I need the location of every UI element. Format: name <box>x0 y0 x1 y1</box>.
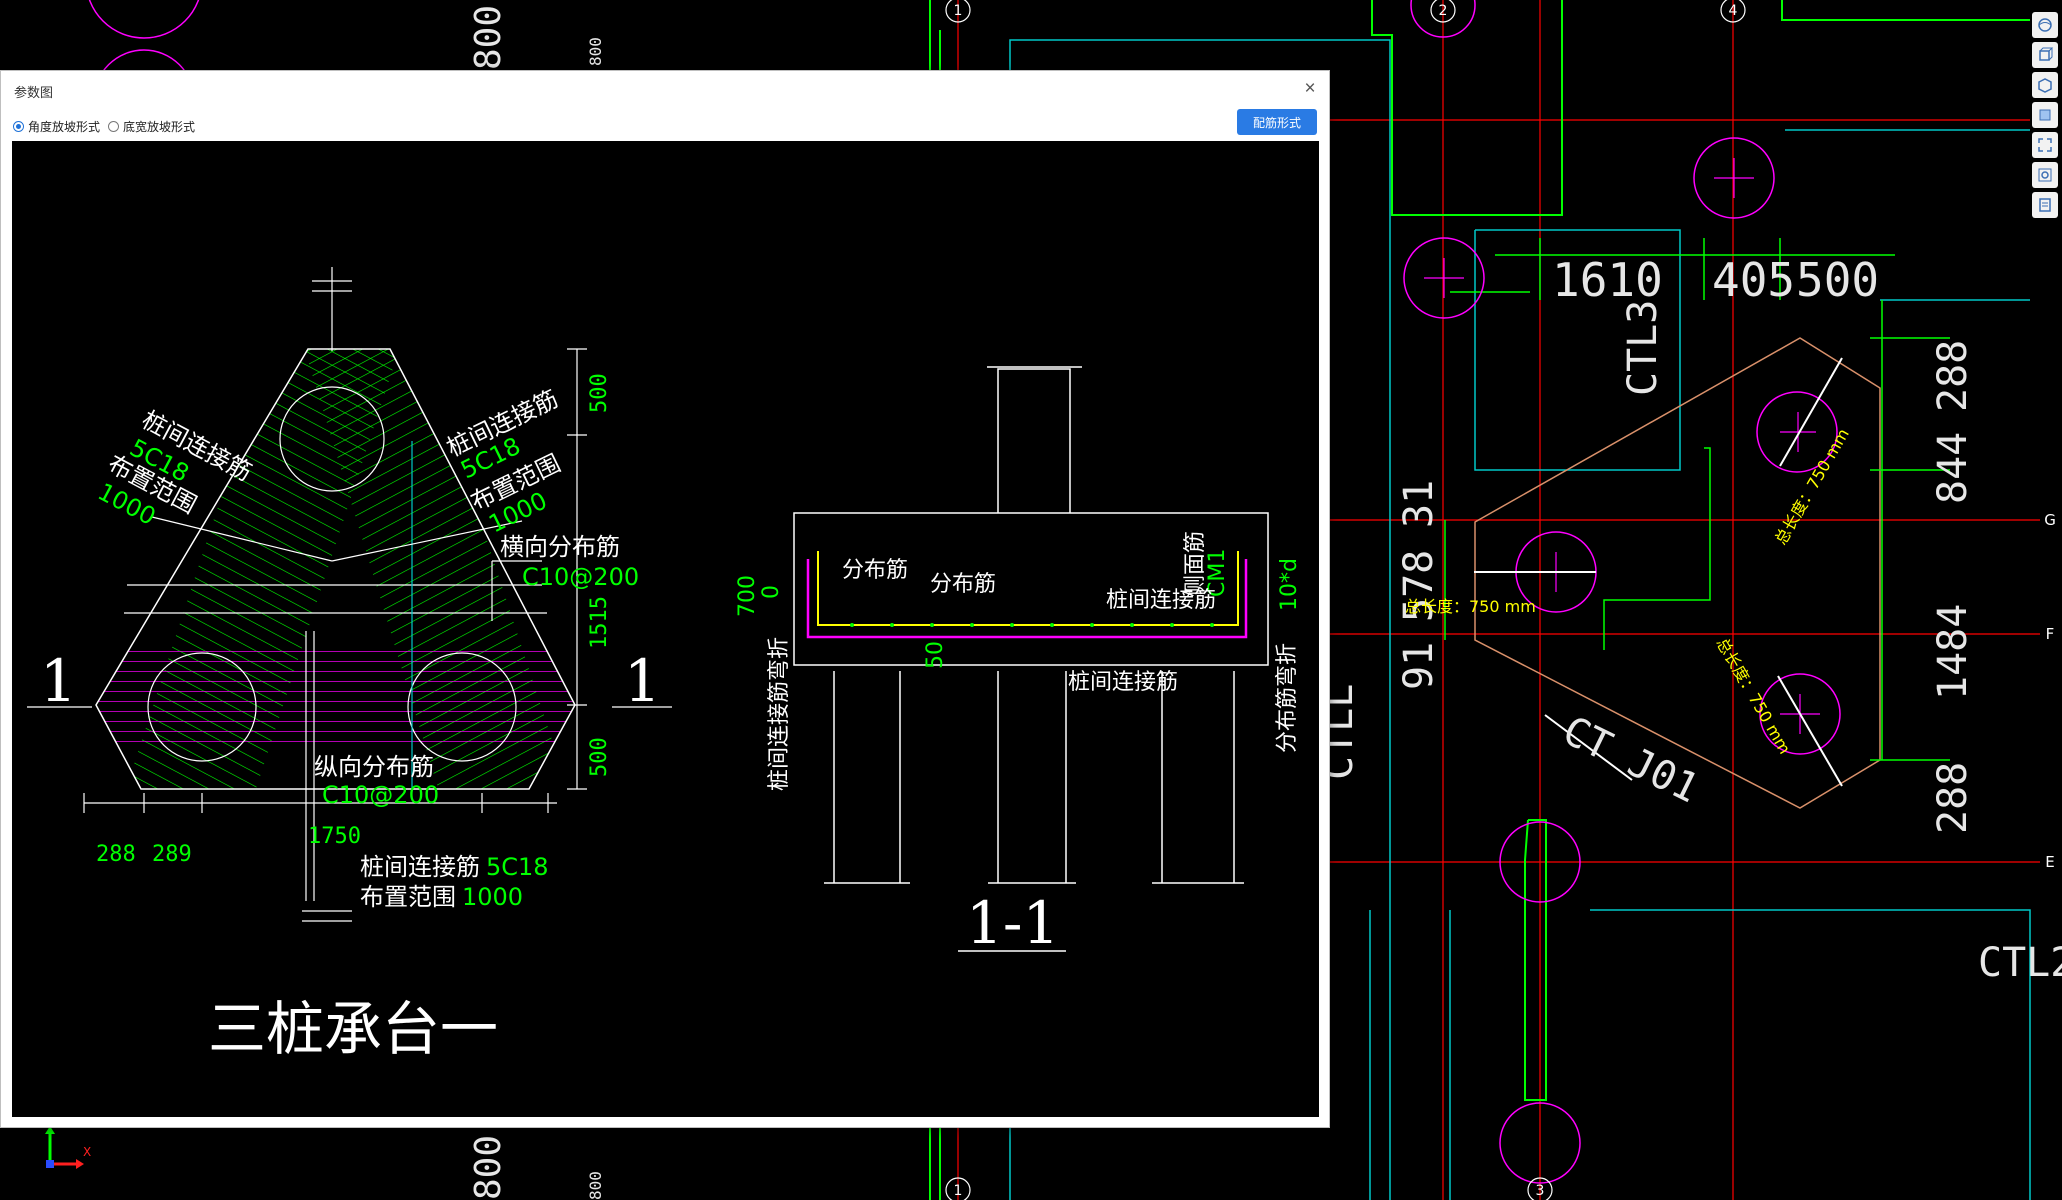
plan-dimension: 289 <box>152 842 192 867</box>
radio-checked-icon[interactable] <box>13 120 24 132</box>
axis-mark-label: G <box>2044 511 2056 529</box>
slope-mode-group: 角度放坡形式 底宽放坡形式 <box>13 115 195 137</box>
layer-icon[interactable] <box>2032 102 2058 128</box>
box-icon[interactable] <box>2032 72 2058 98</box>
section-label: 50 <box>923 641 948 669</box>
plan-title: 三桩承台一 <box>208 995 498 1063</box>
dialog-title: 参数图 <box>14 86 54 101</box>
section-label: 桩间连接筋 <box>1106 588 1216 613</box>
settings-icon[interactable] <box>2032 162 2058 188</box>
rebar-form-button[interactable]: 配筋形式 <box>1237 109 1317 135</box>
plan-label: C10@200 <box>322 781 439 809</box>
plan-dimension: 1750 <box>308 824 361 849</box>
dimension-label: 1484 <box>1930 604 1976 700</box>
dimension-label: 288 <box>1930 340 1976 412</box>
parameter-drawing-canvas: 1 1 桩间连接筋 5C18 布置范围 1000 桩间连接筋 5C18 布置范围… <box>12 141 1319 1117</box>
section-label: 桩间连接筋 <box>1068 670 1178 695</box>
section-mark: 1 <box>40 647 77 715</box>
section-label: 分布筋弯折 <box>1275 643 1300 753</box>
dimension-label: 31 <box>1396 480 1442 528</box>
radio-angle-slope[interactable]: 角度放坡形式 <box>13 118 100 135</box>
section-title: 1-1 <box>966 889 1059 957</box>
radio-label: 底宽放坡形式 <box>123 119 196 134</box>
plan-dimension: 1515 <box>587 596 612 649</box>
dimension-label: 800 <box>468 5 509 70</box>
dimension-label: 800 <box>586 1171 605 1200</box>
component-label: CTL2 <box>1978 940 2062 986</box>
dimension-label: 405 <box>1712 253 1795 307</box>
plan-label: 纵向分布筋 <box>314 753 434 781</box>
dialog-titlebar[interactable]: 参数图 × <box>1 71 1329 107</box>
plan-label: 布置范围 <box>360 883 456 911</box>
plan-dimension: 500 <box>587 373 612 413</box>
plan-label: 1000 <box>462 883 523 911</box>
section-mark: 1 <box>624 647 661 715</box>
radio-width-slope[interactable]: 底宽放坡形式 <box>108 118 195 135</box>
view-cube-icon[interactable] <box>2032 42 2058 68</box>
radio-unchecked-icon[interactable] <box>108 120 120 132</box>
report-icon[interactable] <box>2032 192 2058 218</box>
dimension-label: 800 <box>468 1135 509 1200</box>
axis-mark-label: F <box>2046 625 2055 643</box>
radio-label: 角度放坡形式 <box>28 119 101 134</box>
dimension-label: 288 <box>1930 762 1976 834</box>
length-label: 总长度：750 mm <box>1405 597 1536 616</box>
dimension-label: 500 <box>1796 253 1879 307</box>
grid-bubble-label: 3 <box>1536 1183 1545 1199</box>
parameter-dialog: 参数图 × 角度放坡形式 底宽放坡形式 配筋形式 1 1 桩间连接筋 5C18 … <box>0 70 1330 1128</box>
section-label: 桩间连接筋弯折 <box>767 637 792 791</box>
section-label: 分布筋 <box>930 572 996 597</box>
plan-label: 桩间连接筋 <box>360 853 480 881</box>
grid-bubble-label: 4 <box>1729 3 1738 19</box>
dimension-label: 800 <box>586 37 605 66</box>
dimension-label: 1610 <box>1552 253 1663 307</box>
plan-dimension: 500 <box>587 737 612 777</box>
close-button[interactable]: × <box>1297 76 1323 102</box>
plan-label: 5C18 <box>486 853 549 881</box>
ucs-axis-icon: X <box>45 1126 91 1169</box>
view-toolbar <box>2030 12 2060 218</box>
axis-mark-label: E <box>2045 853 2054 871</box>
3d-view-icon[interactable] <box>2032 12 2058 38</box>
section-label: 0 <box>759 585 784 599</box>
dimension-label: 91 <box>1396 642 1442 690</box>
plan-label: C10@200 <box>522 563 639 591</box>
plan-label: 横向分布筋 <box>500 533 620 561</box>
fullscreen-icon[interactable] <box>2032 132 2058 158</box>
section-label: 700 <box>735 575 760 617</box>
component-label: CTL3 <box>1620 300 1666 396</box>
grid-bubble-label: 1 <box>954 3 963 19</box>
plan-dimension: 288 <box>96 842 136 867</box>
grid-bubble-label: 2 <box>1439 3 1448 19</box>
section-label: 分布筋 <box>842 558 908 583</box>
axis-x-label: X <box>83 1145 91 1159</box>
grid-bubble-label: 1 <box>954 1183 963 1199</box>
dimension-label: 844 <box>1930 432 1976 504</box>
section-label: 10*d <box>1277 558 1302 611</box>
